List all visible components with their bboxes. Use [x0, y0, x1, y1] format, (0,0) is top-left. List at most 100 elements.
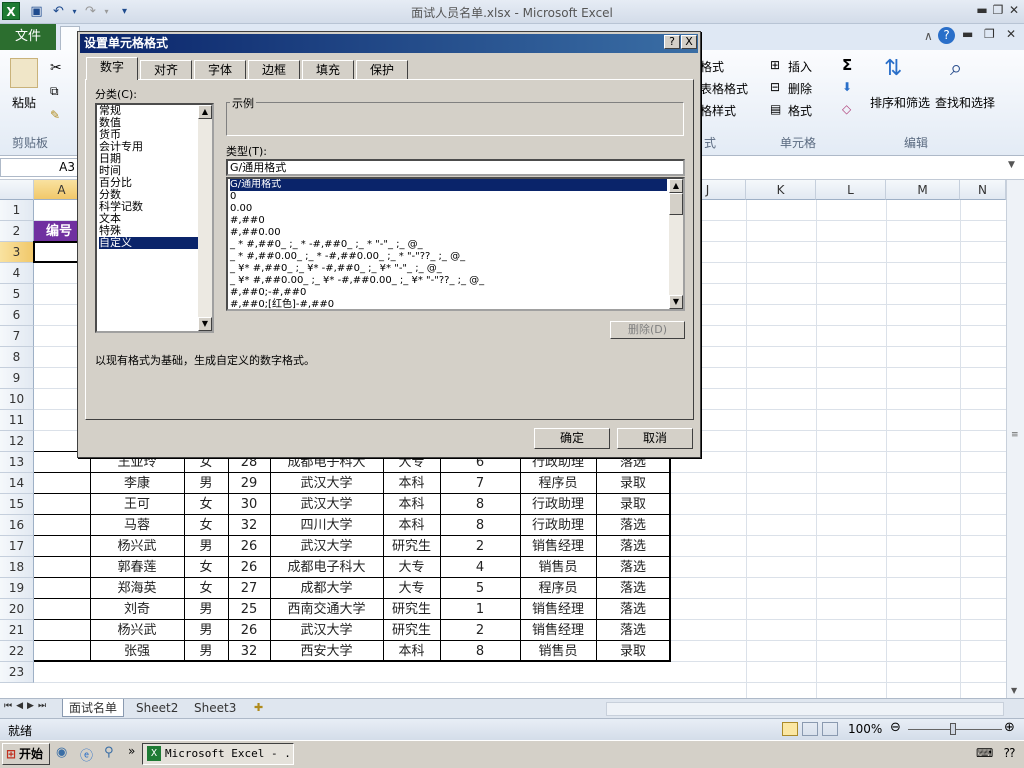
cell-style-button[interactable]: 格样式 — [700, 102, 736, 119]
table-cell[interactable]: 8 — [440, 494, 520, 515]
table-cell[interactable]: 30 — [228, 494, 270, 515]
row-header[interactable]: 22 — [0, 641, 34, 662]
format-item[interactable]: _ ¥* #,##0.00_ ;_ ¥* -#,##0.00_ ;_ ¥* "-… — [230, 275, 667, 287]
format-item[interactable]: #,##0 — [230, 215, 667, 227]
row-header[interactable]: 3 — [0, 242, 34, 263]
table-cell[interactable]: 落选 — [596, 536, 670, 557]
insert-icon[interactable]: ⊞ — [770, 58, 780, 72]
scroll-down-icon[interactable]: ▼ — [1011, 686, 1017, 695]
format-item[interactable]: 0.00 — [230, 203, 667, 215]
find-select-icon[interactable]: ⌕ — [950, 56, 980, 90]
tab-fill[interactable]: 填充 — [302, 60, 354, 80]
table-cell[interactable]: 行政助理 — [520, 515, 596, 536]
format-listbox[interactable]: ▲ ▼ G/通用格式 0 0.00 #,##0 #,##0.00 _ * #,##0_ ;… — [226, 177, 685, 311]
table-cell[interactable]: 本科 — [383, 473, 440, 494]
table-cell[interactable]: 销售员 — [520, 557, 596, 578]
row-header[interactable]: 17 — [0, 536, 34, 557]
table-cell[interactable]: 8 — [440, 641, 520, 662]
table-cell[interactable]: 研究生 — [383, 599, 440, 620]
table-cell[interactable]: 女 — [184, 494, 228, 515]
table-format-button[interactable]: 表格格式 — [700, 80, 748, 97]
table-cell[interactable]: 7 — [440, 473, 520, 494]
table-cell[interactable]: 26 — [228, 620, 270, 641]
row-header[interactable]: 14 — [0, 473, 34, 494]
name-box[interactable]: A3 — [0, 158, 80, 177]
clear-icon[interactable]: ◇ — [842, 102, 851, 116]
table-cell[interactable]: 销售经理 — [520, 536, 596, 557]
table-cell[interactable]: 1 — [440, 599, 520, 620]
table-cell[interactable]: 男 — [184, 641, 228, 662]
zoom-in-icon[interactable]: ⊕ — [1004, 720, 1015, 735]
column-header[interactable]: N — [960, 180, 1006, 200]
tab-number[interactable]: 数字 — [86, 57, 138, 80]
workbook-close-icon[interactable]: ✕ — [1006, 27, 1016, 41]
table-cell[interactable]: 武汉大学 — [270, 473, 383, 494]
tab-font[interactable]: 字体 — [194, 60, 246, 80]
row-header[interactable]: 1 — [0, 200, 34, 221]
table-cell[interactable]: 武汉大学 — [270, 536, 383, 557]
table-cell[interactable]: 4 — [440, 557, 520, 578]
table-cell[interactable]: 32 — [228, 641, 270, 662]
sheet-tab-1[interactable]: 面试名单 — [62, 699, 125, 717]
format-item[interactable]: #,##0;[红色]-#,##0 — [230, 299, 667, 309]
copy-icon[interactable]: ⧉ — [50, 84, 59, 99]
table-cell[interactable]: 男 — [184, 599, 228, 620]
quicklaunch-more-icon[interactable]: » — [128, 744, 135, 758]
row-header[interactable]: 20 — [0, 599, 34, 620]
table-cell[interactable]: 王可 — [90, 494, 184, 515]
row-header[interactable]: 4 — [0, 263, 34, 284]
table-cell[interactable]: 马蓉 — [90, 515, 184, 536]
sheet-nav-icon[interactable]: ⏮◀▶⏭ — [4, 701, 50, 711]
row-header[interactable]: 11 — [0, 410, 34, 431]
format-item[interactable]: _ * #,##0_ ;_ * -#,##0_ ;_ * "-"_ ;_ @_ — [230, 239, 667, 251]
table-cell[interactable]: 成都电子科大 — [270, 557, 383, 578]
table-cell[interactable]: 大专 — [383, 578, 440, 599]
scroll-grip-icon[interactable]: ≡ — [1011, 430, 1019, 440]
help-icon[interactable]: ? — [938, 27, 955, 44]
format-scroll-thumb[interactable] — [669, 193, 683, 215]
vertical-scrollbar[interactable]: ≡ ▼ — [1006, 180, 1024, 698]
category-scroll-up-icon[interactable]: ▲ — [198, 105, 212, 119]
table-cell[interactable]: 女 — [184, 557, 228, 578]
format-item[interactable]: #,##0.00 — [230, 227, 667, 239]
sort-filter-icon[interactable]: ⇅ — [884, 56, 914, 90]
table-cell[interactable]: 8 — [440, 515, 520, 536]
format-item[interactable]: _ * #,##0.00_ ;_ * -#,##0.00_ ;_ * "-"??… — [230, 251, 667, 263]
category-item[interactable]: 自定义 — [99, 237, 198, 249]
category-scroll-track[interactable] — [198, 119, 212, 317]
table-cell[interactable]: 西安大学 — [270, 641, 383, 662]
cancel-button[interactable]: 取消 — [617, 428, 693, 449]
row-header[interactable]: 7 — [0, 326, 34, 347]
ie-icon[interactable]: ⓔ — [80, 745, 93, 764]
ok-button[interactable]: 确定 — [534, 428, 610, 449]
table-cell[interactable]: 成都大学 — [270, 578, 383, 599]
table-cell[interactable]: 郭春莲 — [90, 557, 184, 578]
table-cell[interactable]: 27 — [228, 578, 270, 599]
autosum-icon[interactable]: Σ — [842, 56, 852, 74]
table-cell[interactable]: 29 — [228, 473, 270, 494]
cond-format-button[interactable]: 格式 — [700, 58, 724, 75]
table-cell[interactable]: 2 — [440, 536, 520, 557]
table-cell[interactable]: 26 — [228, 536, 270, 557]
zoom-thumb[interactable] — [950, 723, 956, 735]
table-cell[interactable]: 销售经理 — [520, 599, 596, 620]
table-cell[interactable]: 落选 — [596, 557, 670, 578]
table-cell[interactable]: 本科 — [383, 641, 440, 662]
table-cell[interactable]: 研究生 — [383, 620, 440, 641]
table-cell[interactable]: 男 — [184, 536, 228, 557]
dialog-close-button[interactable]: X — [681, 35, 697, 49]
table-cell[interactable]: 2 — [440, 620, 520, 641]
table-cell[interactable]: 刘奇 — [90, 599, 184, 620]
table-cell[interactable]: 行政助理 — [520, 494, 596, 515]
page-layout-icon[interactable] — [802, 722, 818, 736]
page-break-icon[interactable] — [822, 722, 838, 736]
paste-icon[interactable] — [10, 58, 38, 88]
delete-icon[interactable]: ⊟ — [770, 80, 780, 94]
keyboard-tray-icon[interactable]: ⌨ — [976, 746, 993, 760]
fill-icon[interactable]: ⬇ — [842, 80, 852, 94]
format-icon[interactable]: ▤ — [770, 102, 781, 116]
delete-button[interactable]: 删除 — [788, 80, 812, 97]
tab-border[interactable]: 边框 — [248, 60, 300, 80]
table-cell[interactable]: 本科 — [383, 494, 440, 515]
row-header[interactable]: 16 — [0, 515, 34, 536]
